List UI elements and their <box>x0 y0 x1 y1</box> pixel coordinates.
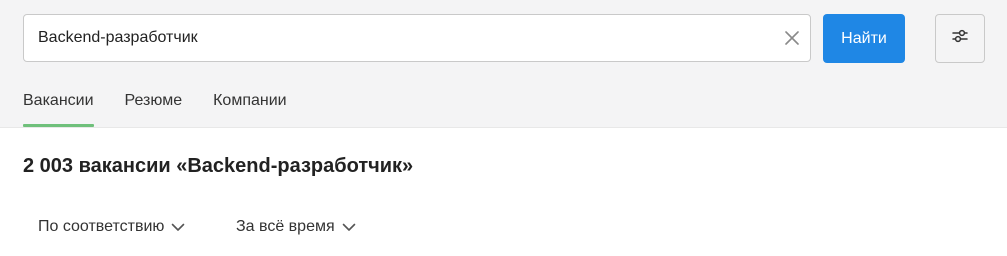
search-tabs: Вакансии Резюме Компании <box>23 84 318 127</box>
search-header: Найти Вакансии Резюме Компании <box>0 0 1007 128</box>
close-icon[interactable] <box>780 26 804 50</box>
chevron-down-icon <box>342 223 356 232</box>
search-box <box>23 14 811 62</box>
sliders-icon <box>952 29 968 48</box>
filter-button[interactable] <box>935 14 985 63</box>
chevron-down-icon <box>171 223 185 232</box>
tab-resumes[interactable]: Резюме <box>125 84 183 127</box>
tab-companies[interactable]: Компании <box>213 84 287 127</box>
period-label: За всё время <box>236 218 335 235</box>
search-input[interactable] <box>38 15 768 61</box>
period-dropdown[interactable]: За всё время <box>236 216 356 238</box>
tab-vacancies[interactable]: Вакансии <box>23 84 94 127</box>
sort-order-dropdown[interactable]: По соответствию <box>38 216 185 238</box>
results-title: 2 003 вакансии «Backend-разработчик» <box>23 155 414 177</box>
sort-order-label: По соответствию <box>38 218 165 235</box>
find-button[interactable]: Найти <box>823 14 905 63</box>
